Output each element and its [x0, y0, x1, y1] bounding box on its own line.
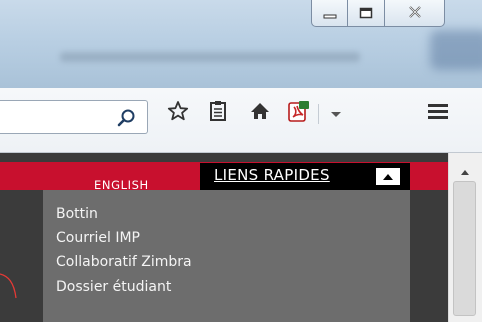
- window-controls: [311, 0, 445, 28]
- toolbar-separator: [318, 104, 319, 124]
- reading-list-icon: [208, 100, 228, 126]
- maximize-icon: [359, 4, 373, 23]
- bookmark-star-button[interactable]: [165, 100, 191, 126]
- hamburger-menu-icon: [427, 101, 449, 125]
- url-bar[interactable]: [0, 100, 148, 135]
- menu-item-courriel[interactable]: Courriel IMP: [56, 230, 140, 246]
- search-icon: [116, 109, 138, 133]
- maximize-button[interactable]: [348, 0, 385, 27]
- menu-item-zimbra[interactable]: Collaboratif Zimbra: [56, 254, 192, 270]
- close-icon: [407, 4, 423, 23]
- close-button[interactable]: [385, 0, 445, 27]
- reading-list-button[interactable]: [205, 100, 231, 126]
- home-icon: [249, 100, 271, 126]
- menu-item-dossier[interactable]: Dossier étudiant: [56, 279, 171, 295]
- scroll-up-arrow-icon: [460, 161, 470, 180]
- hamburger-menu-button[interactable]: [423, 100, 453, 126]
- page-dark-area: ENGLISH LIENS RAPIDES Bottin Courriel IM…: [0, 153, 448, 322]
- minimize-icon: [323, 4, 337, 23]
- blurred-background-text: [60, 52, 360, 62]
- home-button[interactable]: [247, 100, 273, 126]
- annotation-arrow-line: [0, 273, 17, 299]
- quick-links-menu: Bottin Courriel IMP Collaboratif Zimbra …: [43, 190, 410, 322]
- dropdown-arrow-icon: [330, 104, 342, 123]
- minimize-button[interactable]: [311, 0, 348, 27]
- url-input[interactable]: [0, 101, 110, 135]
- caret-up-icon[interactable]: [376, 168, 400, 185]
- window-titlebar: [0, 0, 482, 88]
- browser-toolbar: [0, 88, 482, 153]
- bookmark-star-icon: [167, 100, 189, 126]
- pdf-addon-button[interactable]: [286, 100, 312, 126]
- quick-links-label[interactable]: LIENS RAPIDES: [214, 166, 330, 184]
- quick-links-toggle[interactable]: LIENS RAPIDES: [200, 163, 410, 190]
- web-page: ENGLISH LIENS RAPIDES Bottin Courriel IM…: [0, 153, 482, 322]
- menu-item-bottin[interactable]: Bottin: [56, 206, 98, 222]
- blurred-background-shape: [430, 30, 482, 70]
- vertical-scrollbar[interactable]: [448, 153, 482, 322]
- search-button[interactable]: [116, 107, 138, 129]
- pdf-addon-icon: [287, 99, 311, 127]
- scroll-up-button[interactable]: [451, 161, 479, 179]
- scroll-thumb[interactable]: [453, 181, 476, 316]
- pdf-addon-dropdown[interactable]: [327, 100, 345, 126]
